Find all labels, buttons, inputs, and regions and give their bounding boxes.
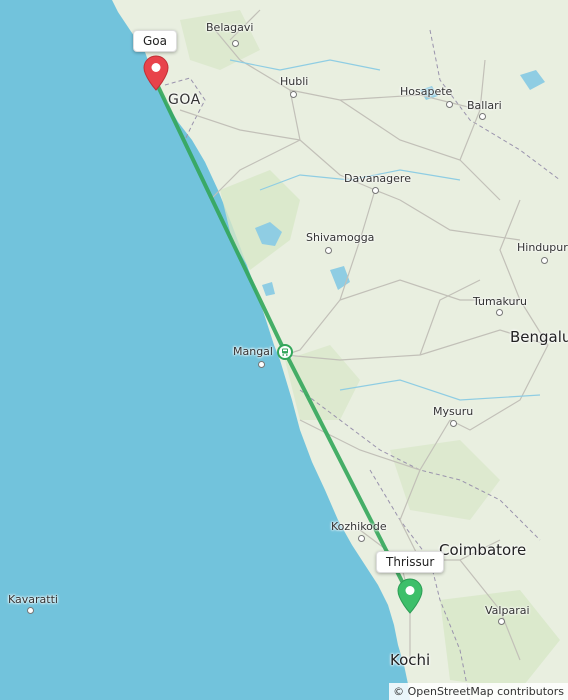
city-dot [372,187,379,194]
city-dot [541,257,548,264]
city-dot [258,361,265,368]
place-label-mysuru: Mysuru [433,405,474,418]
place-label-hubli: Hubli [280,75,309,88]
place-label-kochi: Kochi [390,651,431,669]
city-dot [450,420,457,427]
place-label-mangaluru: Mangal [233,345,273,358]
city-dot [27,607,34,614]
map-canvas[interactable]: Belagavi GOA Hubli Hosapete Ballari Dava… [0,0,568,700]
city-dot [358,535,365,542]
place-label-goa-state: GOA [168,92,201,108]
map-attribution[interactable]: © OpenStreetMap contributors [389,683,568,700]
city-dot [496,309,503,316]
train-station-icon[interactable] [277,344,293,360]
destination-tooltip: Thrissur [376,551,445,573]
city-dot [446,101,453,108]
origin-tooltip: Goa [133,30,177,52]
city-dot [479,113,486,120]
place-label-belagavi: Belagavi [206,21,254,34]
place-label-coimbatore: Coimbatore [439,541,527,559]
place-label-hindupur: Hindupur [517,241,568,254]
place-label-kavaratti: Kavaratti [8,593,58,606]
place-label-bengaluru: Bengalu [510,328,568,346]
place-label-davanagere: Davanagere [344,172,411,185]
place-label-tumakuru: Tumakuru [473,295,527,308]
city-dot [290,91,297,98]
place-label-valparai: Valparai [485,604,530,617]
place-label-ballari: Ballari [467,99,502,112]
place-label-hosapete: Hosapete [400,85,453,98]
origin-pin-icon[interactable] [143,55,169,91]
city-dot [325,247,332,254]
city-dot [232,40,239,47]
destination-pin-icon[interactable] [397,578,423,614]
city-dot [498,618,505,625]
place-label-shivamogga: Shivamogga [306,231,375,244]
place-label-kozhikode: Kozhikode [331,520,387,533]
